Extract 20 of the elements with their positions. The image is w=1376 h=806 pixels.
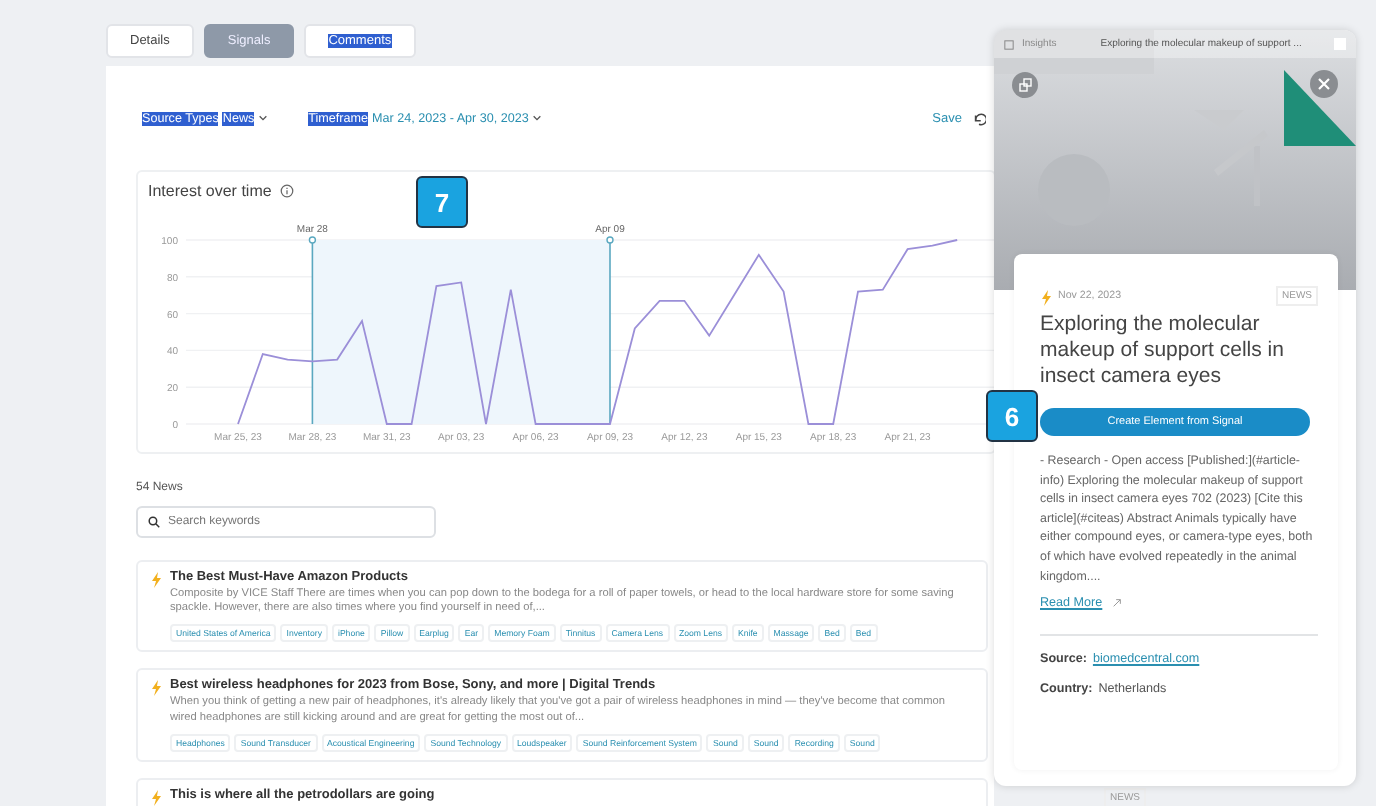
- article-title: Exploring the molecular makeup of support cells in insect camera eyes: [1040, 312, 1286, 390]
- step-badge: 7: [416, 176, 468, 228]
- square-icon: [1334, 38, 1346, 50]
- external-link-icon: [1112, 598, 1123, 609]
- undo-icon: [972, 111, 986, 125]
- caret-icon: [258, 114, 269, 122]
- lightning-icon: [150, 572, 162, 588]
- caret-icon: [532, 114, 543, 122]
- news-card[interactable]: [136, 560, 988, 653]
- step-badge: 6: [986, 390, 1038, 442]
- checkbox-icon: [1004, 39, 1014, 49]
- range-handle[interactable]: [606, 236, 614, 425]
- lightning-icon: [1040, 289, 1052, 305]
- range-handle[interactable]: [308, 236, 317, 425]
- chart-title: Interest over time: [148, 182, 272, 200]
- search-icon: [148, 516, 160, 528]
- info-icon: [279, 184, 294, 198]
- lightning-icon: [150, 789, 162, 806]
- lightning-icon: [150, 680, 162, 697]
- news-card[interactable]: [136, 668, 988, 762]
